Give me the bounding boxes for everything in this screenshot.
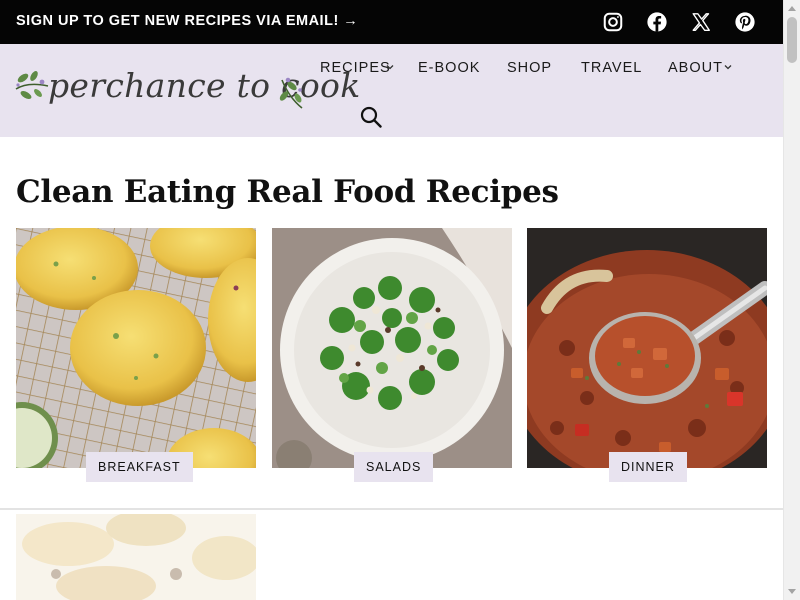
logo-text: perchance to cook bbox=[48, 66, 361, 105]
top-bar: SIGN UP TO GET NEW RECIPES VIA EMAIL! → bbox=[0, 0, 783, 44]
pinterest-icon[interactable] bbox=[734, 11, 756, 33]
category-label-salads[interactable]: SALADS bbox=[354, 452, 434, 482]
section-divider bbox=[0, 508, 783, 510]
nav-shop[interactable]: SHOP bbox=[507, 60, 552, 76]
category-label-dinner[interactable]: DINNER bbox=[609, 452, 687, 482]
breakfast-recipe-image[interactable] bbox=[16, 228, 256, 468]
salads-recipe-image[interactable] bbox=[272, 228, 512, 468]
nav-about[interactable]: ABOUT bbox=[668, 60, 723, 76]
category-label-breakfast[interactable]: BREAKFAST bbox=[86, 452, 193, 482]
x-icon[interactable] bbox=[690, 11, 712, 33]
page-title: Clean Eating Real Food Recipes bbox=[16, 174, 559, 210]
page: SIGN UP TO GET NEW RECIPES VIA EMAIL! → bbox=[0, 0, 783, 600]
nav-ebook[interactable]: E-BOOK bbox=[418, 60, 480, 76]
leaf-sprig-right-icon bbox=[279, 77, 303, 109]
scroll-up-arrow-icon[interactable] bbox=[788, 6, 796, 11]
email-signup-link[interactable]: SIGN UP TO GET NEW RECIPES VIA EMAIL! → bbox=[16, 13, 358, 29]
search-icon[interactable] bbox=[359, 105, 383, 129]
recipe-image-loading bbox=[16, 514, 256, 600]
scrollbar-thumb[interactable] bbox=[787, 17, 797, 63]
site-header: perchance to cook RECIPES E-BOOK SHOP TR… bbox=[0, 44, 783, 137]
scrollbar[interactable] bbox=[783, 0, 800, 600]
instagram-icon[interactable] bbox=[602, 11, 624, 33]
leaf-sprig-left-icon bbox=[15, 71, 49, 99]
site-logo[interactable]: perchance to cook bbox=[14, 62, 360, 120]
nav-recipes[interactable]: RECIPES bbox=[320, 60, 391, 76]
scroll-down-arrow-icon[interactable] bbox=[788, 589, 796, 594]
dinner-recipe-image[interactable] bbox=[527, 228, 767, 468]
chevron-down-icon[interactable] bbox=[723, 62, 733, 72]
chevron-down-icon[interactable] bbox=[385, 62, 395, 72]
facebook-icon[interactable] bbox=[646, 11, 668, 33]
nav-travel[interactable]: TRAVEL bbox=[581, 60, 642, 76]
